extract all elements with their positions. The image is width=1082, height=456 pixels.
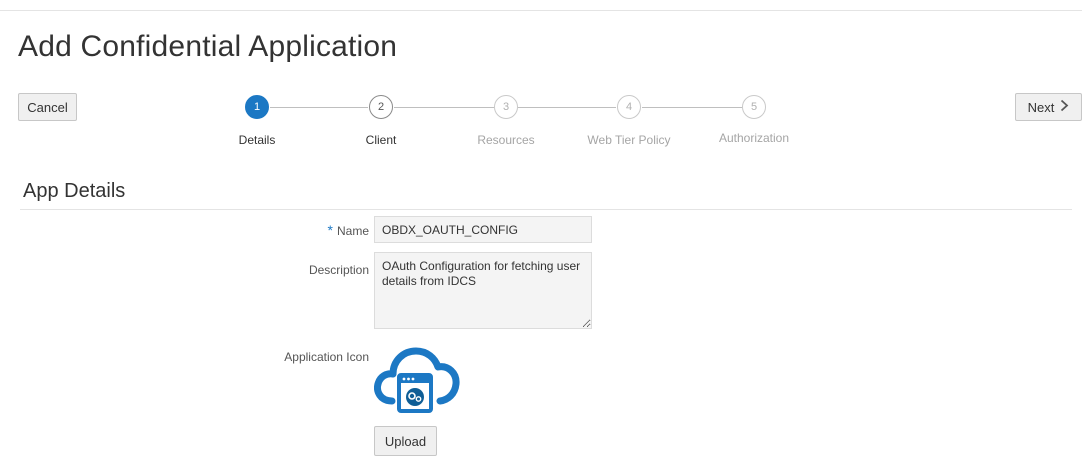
step-4-number: 4 (625, 101, 633, 113)
step-1-label[interactable]: Details (197, 133, 317, 147)
cloud-app-icon (374, 343, 460, 415)
application-icon-label: Application Icon (284, 350, 369, 364)
upload-button-label: Upload (384, 433, 427, 449)
step-5-number: 5 (750, 101, 758, 113)
step-2-label[interactable]: Client (321, 133, 441, 147)
section-divider (20, 209, 1072, 210)
step-5-indicator[interactable]: 5 (742, 95, 766, 119)
required-marker: * (327, 222, 333, 238)
step-3-label[interactable]: Resources (446, 133, 566, 147)
step-train: 1 2 3 4 5 Details Client Resources Web T… (0, 0, 1082, 160)
name-input[interactable] (374, 216, 592, 243)
step-connector (642, 107, 742, 108)
step-3-number: 3 (502, 101, 510, 113)
description-textarea[interactable]: OAuth Configuration for fetching user de… (374, 252, 592, 329)
step-connector (518, 107, 616, 108)
step-connector (270, 107, 368, 108)
name-label: * Name (209, 222, 369, 238)
step-1-number: 1 (253, 101, 261, 113)
step-2-indicator[interactable]: 2 (369, 95, 393, 119)
name-label-text: Name (336, 224, 369, 238)
section-title: App Details (23, 180, 126, 202)
upload-button[interactable]: Upload (374, 426, 437, 456)
step-5-label[interactable]: Authorization (694, 131, 814, 145)
step-4-label[interactable]: Web Tier Policy (569, 133, 689, 147)
step-1-indicator[interactable]: 1 (245, 95, 269, 119)
step-3-indicator[interactable]: 3 (494, 95, 518, 119)
step-4-indicator[interactable]: 4 (617, 95, 641, 119)
step-2-number: 2 (377, 101, 385, 113)
description-label: Description (308, 263, 369, 277)
step-connector (394, 107, 494, 108)
